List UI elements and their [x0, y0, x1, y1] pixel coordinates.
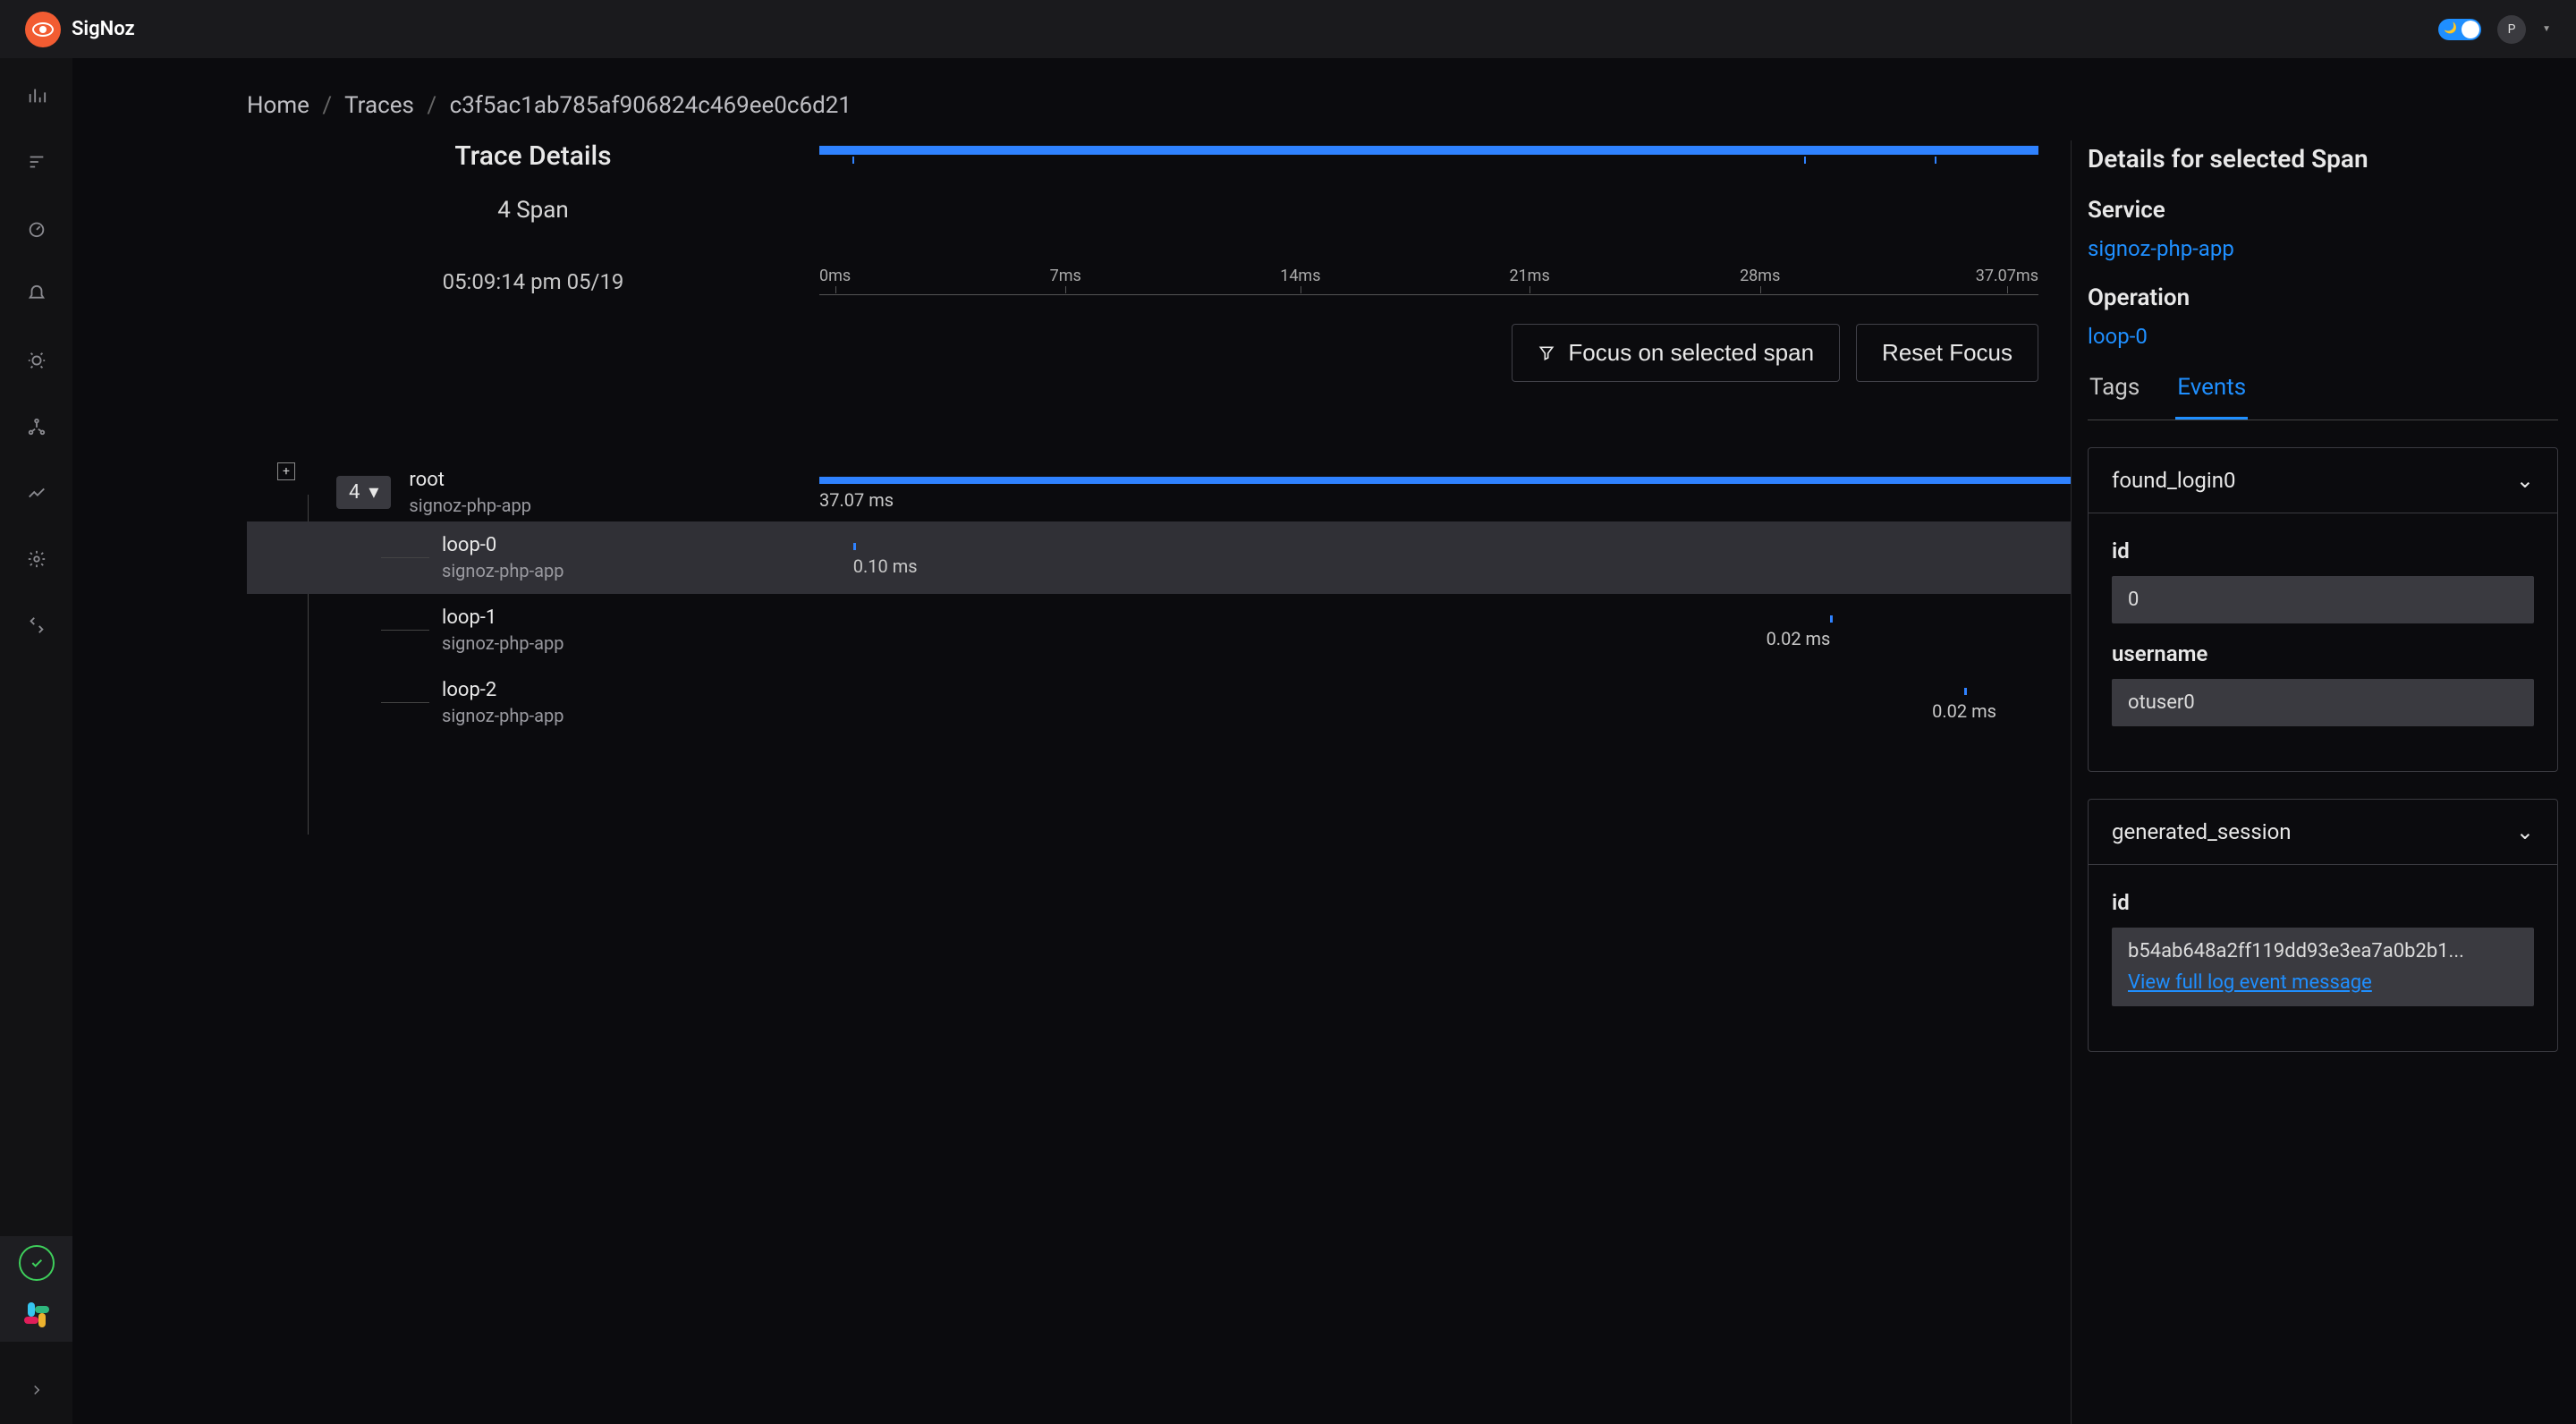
field-value: b54ab648a2ff119dd93e3ea7a0b2b1... View f…	[2112, 928, 2534, 1006]
focus-span-button[interactable]: Focus on selected span	[1512, 324, 1840, 382]
trace-timestamp: 05:09:14 pm 05/19	[247, 267, 819, 295]
chevron-down-icon: ⌄	[2516, 819, 2534, 844]
event-header[interactable]: found_login0 ⌄	[2089, 448, 2557, 513]
focus-span-label: Focus on selected span	[1568, 339, 1814, 367]
breadcrumb-sep: /	[322, 92, 332, 119]
axis-tick: 14ms	[1280, 267, 1320, 285]
view-full-log-link[interactable]: View full log event message	[2128, 971, 2372, 994]
span-duration: 0.02 ms	[1932, 700, 1996, 722]
details-heading: Details for selected Span	[2088, 144, 2558, 174]
span-service: signoz-php-app	[442, 632, 564, 654]
field-value: otuser0	[2112, 679, 2534, 726]
timeline-axis: 0ms 7ms 14ms 21ms 28ms 37.07ms	[819, 267, 2038, 295]
span-duration: 37.07 ms	[819, 489, 894, 511]
status-ok-icon[interactable]	[19, 1245, 55, 1281]
reset-focus-label: Reset Focus	[1882, 339, 2012, 367]
collapse-icon[interactable]	[19, 1372, 55, 1408]
axis-tick: 0ms	[819, 267, 851, 285]
span-tree: + 4 ▾ root signoz-php-app	[247, 462, 2071, 739]
header-right: P ▼	[2438, 15, 2551, 44]
traces-icon[interactable]	[19, 144, 55, 180]
usage-icon[interactable]	[19, 475, 55, 511]
span-bar	[819, 477, 2071, 484]
event-card: found_login0 ⌄ id 0 username otuser0	[2088, 447, 2558, 772]
service-map-icon[interactable]	[19, 409, 55, 445]
detail-tabs: Tags Events	[2088, 374, 2558, 420]
span-name: loop-1	[442, 606, 564, 629]
field-label: username	[2112, 641, 2534, 666]
span-duration: 0.02 ms	[1767, 628, 1831, 649]
filter-icon	[1538, 344, 1555, 362]
span-child-count[interactable]: 4 ▾	[336, 476, 391, 509]
axis-tick: 7ms	[1050, 267, 1081, 285]
event-name: generated_session	[2112, 819, 2292, 844]
header-left: SigNoz	[25, 12, 135, 47]
span-service: signoz-php-app	[442, 705, 564, 726]
field-label: id	[2112, 890, 2534, 915]
chevron-down-icon: ▾	[369, 481, 378, 504]
span-row-loop-0[interactable]: loop-0 signoz-php-app 0.10 ms	[247, 521, 2071, 594]
operation-label: Operation	[2088, 284, 2558, 311]
service-value[interactable]: signoz-php-app	[2088, 236, 2558, 261]
breadcrumb-traces[interactable]: Traces	[344, 92, 414, 119]
event-header[interactable]: generated_session ⌄	[2089, 800, 2557, 864]
page-title: Trace Details	[247, 140, 819, 172]
breadcrumb: Home / Traces / c3f5ac1ab785af906824c469…	[72, 92, 2576, 140]
metrics-icon[interactable]	[19, 78, 55, 114]
event-name: found_login0	[2112, 468, 2235, 493]
settings-icon[interactable]	[19, 541, 55, 577]
field-label: id	[2112, 538, 2534, 564]
avatar[interactable]: P	[2497, 15, 2526, 44]
main: Home / Traces / c3f5ac1ab785af906824c469…	[72, 58, 2576, 1424]
reset-focus-button[interactable]: Reset Focus	[1856, 324, 2038, 382]
theme-toggle[interactable]	[2438, 19, 2481, 40]
chevron-down-icon[interactable]: ▼	[2542, 24, 2551, 34]
breadcrumb-sep: /	[427, 92, 436, 119]
span-row-loop-1[interactable]: loop-1 signoz-php-app 0.02 ms	[247, 594, 2071, 666]
span-duration: 0.10 ms	[853, 555, 918, 577]
instrumentation-icon[interactable]	[19, 607, 55, 643]
axis-tick: 21ms	[1509, 267, 1549, 285]
field-value: 0	[2112, 576, 2534, 623]
span-row-root[interactable]: 4 ▾ root signoz-php-app 37.07 ms	[247, 462, 2071, 521]
details-panel: Details for selected Span Service signoz…	[2071, 140, 2576, 1424]
chevron-down-icon: ⌄	[2516, 468, 2534, 493]
span-row-loop-2[interactable]: loop-2 signoz-php-app 0.02 ms	[247, 666, 2071, 739]
span-bar	[1964, 688, 1967, 695]
span-bar	[1830, 615, 1833, 623]
span-name: loop-2	[442, 679, 564, 701]
dashboard-icon[interactable]	[19, 210, 55, 246]
span-bar	[853, 543, 856, 550]
trace-view: Trace Details 4 Span 05:09:14 pm 05/19	[72, 140, 2071, 1424]
axis-tick: 28ms	[1740, 267, 1780, 285]
span-count: 4 Span	[247, 197, 819, 224]
span-name: root	[409, 469, 531, 491]
alerts-icon[interactable]	[19, 276, 55, 312]
event-card: generated_session ⌄ id b54ab648a2ff119dd…	[2088, 799, 2558, 1052]
app-header: SigNoz P ▼	[0, 0, 2576, 58]
service-label: Service	[2088, 197, 2558, 224]
child-count-value: 4	[349, 481, 360, 504]
breadcrumb-home[interactable]: Home	[247, 92, 309, 119]
axis-tick: 37.07ms	[1976, 267, 2038, 285]
field-value-text: b54ab648a2ff119dd93e3ea7a0b2b1...	[2128, 940, 2464, 962]
sidebar	[0, 58, 72, 1424]
tab-tags[interactable]: Tags	[2088, 374, 2141, 420]
logo-icon	[25, 12, 61, 47]
app-name: SigNoz	[72, 18, 135, 40]
span-name: loop-0	[442, 534, 564, 556]
sidebar-bottom	[0, 1236, 72, 1342]
slack-icon[interactable]	[19, 1297, 55, 1333]
exceptions-icon[interactable]	[19, 343, 55, 378]
tab-events[interactable]: Events	[2175, 374, 2248, 420]
span-service: signoz-php-app	[442, 560, 564, 581]
breadcrumb-trace-id: c3f5ac1ab785af906824c469ee0c6d21	[450, 92, 852, 119]
overview-bar[interactable]	[819, 140, 2071, 155]
span-service: signoz-php-app	[409, 495, 531, 516]
operation-value[interactable]: loop-0	[2088, 324, 2558, 349]
